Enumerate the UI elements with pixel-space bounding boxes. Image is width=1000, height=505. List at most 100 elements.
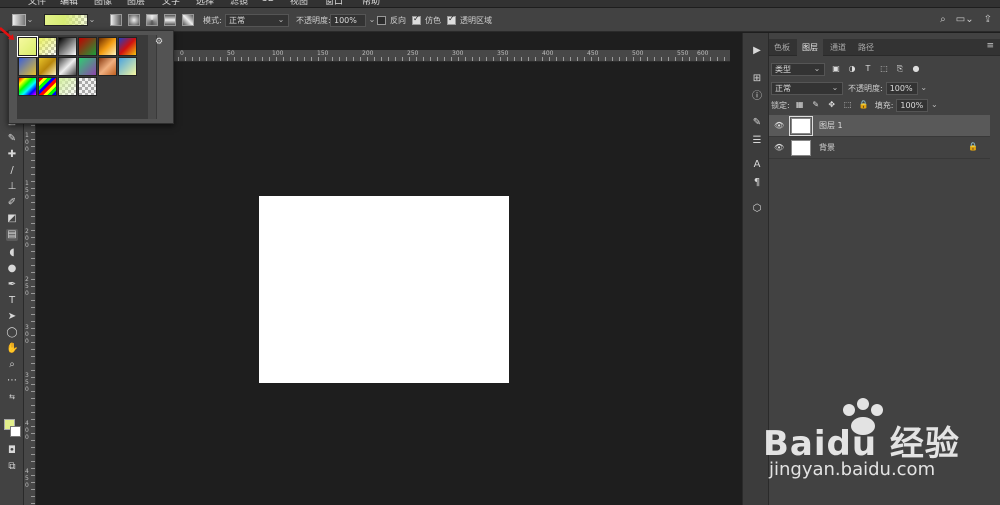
reflected-gradient-button[interactable] [164, 14, 176, 26]
brush-tool-icon[interactable]: / [6, 165, 18, 177]
gradient-preset[interactable] [98, 57, 117, 76]
workspace-icon[interactable]: ▭⌄ [956, 14, 974, 25]
layer-opacity-field[interactable]: 100% [885, 81, 918, 95]
gradient-preset[interactable] [38, 57, 57, 76]
lock-pixels-icon[interactable]: ✎ [811, 100, 821, 110]
layer-name[interactable]: 背景 [819, 142, 835, 153]
gradient-preset[interactable] [17, 36, 38, 57]
menu-type[interactable]: 文字 [162, 0, 180, 7]
gradient-preset[interactable] [78, 57, 97, 76]
eyedropper-tool-icon[interactable]: ✎ [6, 133, 18, 145]
smart-object-filter-icon[interactable]: ⎘ [895, 64, 905, 74]
eye-icon[interactable]: 👁 [774, 143, 784, 152]
screen-mode-icon[interactable]: ⧉ [6, 461, 18, 473]
linear-gradient-button[interactable] [110, 14, 122, 26]
lock-all-icon[interactable]: 🔒 [859, 100, 869, 110]
menu-help[interactable]: 帮助 [362, 0, 380, 7]
panel-menu-icon[interactable]: ≡ [986, 41, 994, 51]
menu-window[interactable]: 窗口 [325, 0, 343, 7]
adjustment-filter-icon[interactable]: ◑ [847, 64, 857, 74]
pixel-filter-icon[interactable]: ▣ [831, 64, 841, 74]
chevron-down-icon[interactable]: ⌄ [368, 16, 376, 24]
lock-transparent-icon[interactable]: ▦ [795, 100, 805, 110]
pen-tool-icon[interactable]: ✒ [6, 279, 18, 291]
filter-toggle-icon[interactable]: ● [911, 64, 921, 74]
quick-mask-icon[interactable]: ◘ [6, 445, 18, 457]
gradient-preview[interactable]: ⌄ [44, 13, 96, 27]
gradient-preset[interactable] [18, 77, 37, 96]
gradient-preset[interactable] [38, 37, 57, 56]
menu-select[interactable]: 选择 [196, 0, 214, 7]
layer-name[interactable]: 图层 1 [819, 120, 843, 131]
gradient-preset[interactable] [38, 77, 57, 96]
dither-checkbox-box[interactable] [412, 14, 421, 25]
share-icon[interactable]: ⇪ [984, 14, 992, 25]
properties-icon[interactable]: ⊞ [751, 73, 763, 85]
more-tools-icon[interactable]: ⋯ [6, 375, 18, 387]
diamond-gradient-button[interactable] [182, 14, 194, 26]
tab-channels[interactable]: 通道 [825, 39, 851, 56]
gear-icon[interactable]: ⚙ [155, 37, 163, 47]
preset-scrollbar[interactable] [148, 35, 156, 119]
gradient-preset[interactable] [58, 57, 77, 76]
background-color-swatch[interactable] [10, 426, 21, 437]
character-icon[interactable]: A [751, 159, 763, 171]
tab-layers[interactable]: 图层 [797, 39, 823, 56]
history-brush-icon[interactable]: ✐ [6, 197, 18, 209]
info-icon[interactable]: ⓘ [751, 91, 763, 103]
tab-paths[interactable]: 路径 [853, 39, 879, 56]
blend-mode-select[interactable]: 正常 ⌄ [771, 81, 843, 95]
radial-gradient-button[interactable] [128, 14, 140, 26]
search-icon[interactable]: ⌕ [940, 14, 946, 25]
eraser-tool-icon[interactable]: ◩ [6, 213, 18, 225]
layer-row[interactable]: 👁 图层 1 [769, 115, 990, 137]
paragraph-icon[interactable]: ¶ [751, 177, 763, 189]
gradient-swatch[interactable] [44, 14, 88, 26]
shape-filter-icon[interactable]: ⬚ [879, 64, 889, 74]
gradient-preset[interactable] [118, 57, 137, 76]
chevron-down-icon[interactable]: ⌄ [930, 101, 938, 109]
3d-icon[interactable]: ⬡ [751, 203, 763, 215]
healing-brush-icon[interactable]: ✚ [6, 149, 18, 161]
tab-swatches[interactable]: 色板 [769, 39, 795, 56]
menu-layer[interactable]: 图层 [127, 0, 145, 7]
brush-settings-icon[interactable]: ✎ [751, 117, 763, 129]
menu-edit[interactable]: 编辑 [60, 0, 78, 7]
menu-file[interactable]: 文件 [28, 0, 46, 7]
gradient-preset[interactable] [118, 37, 137, 56]
gradient-preset[interactable] [98, 37, 117, 56]
fill-field[interactable]: 100% [896, 98, 929, 112]
menu-3d[interactable]: 3D [262, 0, 275, 4]
tool-preset-picker[interactable]: ⌄ [12, 13, 34, 27]
gradient-preset[interactable] [58, 37, 77, 56]
opacity-field[interactable]: 100% [330, 13, 366, 27]
history-icon[interactable]: ▶ [751, 45, 763, 57]
gradient-tool-icon[interactable]: ▤ [6, 229, 18, 241]
transparency-checkbox[interactable]: 透明区域 [447, 13, 492, 27]
chevron-down-icon[interactable]: ⌄ [920, 84, 928, 92]
gradient-preset[interactable] [18, 57, 37, 76]
clone-stamp-icon[interactable]: ⊥ [6, 181, 18, 193]
chevron-down-icon[interactable]: ⌄ [88, 16, 96, 24]
menu-filter[interactable]: 滤镜 [230, 0, 248, 7]
path-selection-icon[interactable]: ➤ [6, 311, 18, 323]
zoom-tool-icon[interactable]: ⌕ [6, 359, 18, 371]
swap-colors-icon[interactable]: ⇆ [6, 391, 18, 403]
blur-tool-icon[interactable]: ◖ [6, 247, 18, 259]
transparency-checkbox-box[interactable] [447, 14, 456, 25]
mode-select[interactable]: 正常 ⌄ [225, 13, 289, 27]
reverse-checkbox[interactable]: 反向 [377, 13, 406, 27]
dodge-tool-icon[interactable]: ● [6, 263, 18, 275]
angle-gradient-button[interactable] [146, 14, 158, 26]
menu-view[interactable]: 视图 [290, 0, 308, 7]
document-canvas[interactable] [259, 196, 509, 383]
reverse-checkbox-box[interactable] [377, 15, 386, 25]
filter-type-select[interactable]: 类型 ⌄ [771, 62, 825, 76]
type-tool-icon[interactable]: T [6, 295, 18, 307]
lock-artboard-icon[interactable]: ⬚ [843, 100, 853, 110]
lock-icon[interactable]: 🔒 [968, 142, 978, 151]
type-filter-icon[interactable]: T [863, 64, 873, 74]
gradient-preset[interactable] [78, 37, 97, 56]
hand-tool-icon[interactable]: ✋ [6, 343, 18, 355]
menu-image[interactable]: 图像 [94, 0, 112, 7]
